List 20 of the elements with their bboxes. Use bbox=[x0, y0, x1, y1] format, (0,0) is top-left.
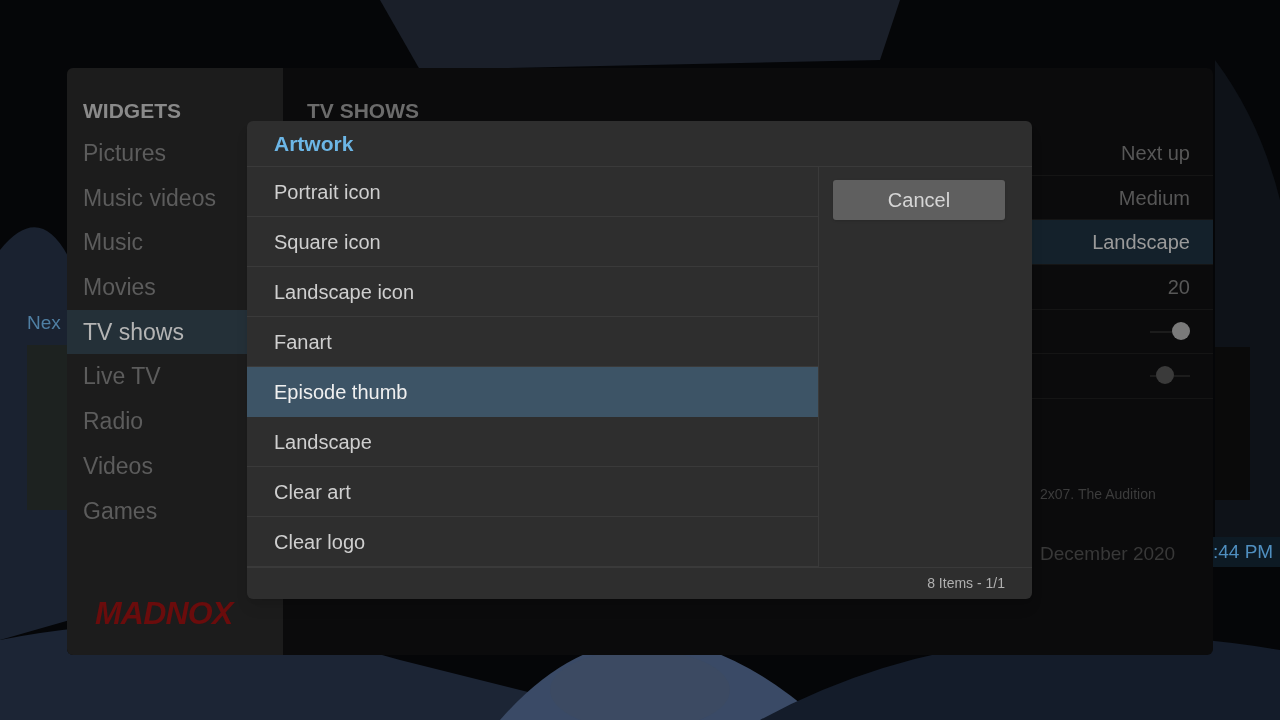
list-item[interactable]: Landscape bbox=[247, 417, 818, 467]
list-item[interactable]: Portrait icon bbox=[247, 167, 818, 217]
sidebar-heading: WIDGETS bbox=[82, 98, 182, 124]
list-item[interactable]: Square icon bbox=[247, 217, 818, 267]
list-item[interactable]: Landscape icon bbox=[247, 267, 818, 317]
list-item[interactable]: Clear logo bbox=[247, 517, 818, 567]
toggle-switch[interactable] bbox=[1150, 321, 1190, 342]
cancel-button[interactable]: Cancel bbox=[833, 180, 1005, 220]
list-item[interactable]: Clear art bbox=[247, 467, 818, 517]
setting-value: 20 bbox=[1167, 274, 1190, 300]
clock-time: :44 PM bbox=[1213, 537, 1280, 567]
dialog-title: Artwork bbox=[274, 130, 354, 157]
widget-label: Nex bbox=[27, 311, 61, 335]
setting-value: Next up bbox=[1121, 140, 1190, 166]
setting-value: Landscape bbox=[1092, 230, 1190, 256]
list-item[interactable]: Episode thumb bbox=[247, 367, 818, 417]
setting-value: Medium bbox=[1118, 185, 1190, 211]
section-heading: TV SHOWS bbox=[307, 98, 420, 124]
logo: MADNOX bbox=[95, 594, 233, 633]
item-count: 8 Items - 1/1 bbox=[927, 574, 1005, 593]
